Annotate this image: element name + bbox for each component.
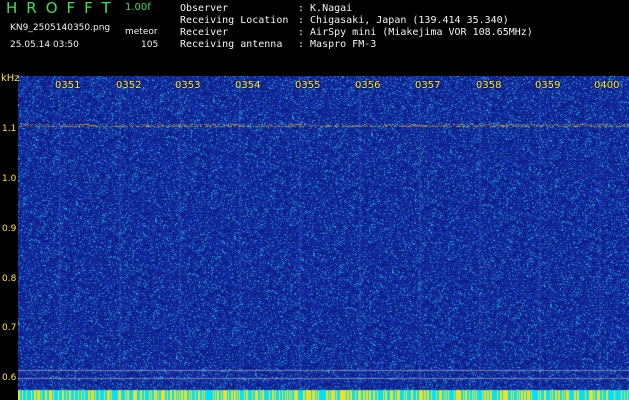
- y-tick-label: 1.1: [2, 124, 17, 134]
- mode-label: meteor: [125, 27, 158, 37]
- x-tick-label: 0351: [55, 80, 81, 91]
- x-tick-label: 0352: [116, 80, 142, 91]
- y-tick-label: 0.9: [2, 224, 17, 234]
- header-panel: HROFFT 1.00f KN9_2505140350.png 25.05.14…: [0, 0, 629, 76]
- x-tick-label: 0400: [594, 80, 620, 91]
- filename-label: KN9_2505140350.png: [10, 23, 111, 33]
- y-axis-unit: kHz: [1, 73, 20, 84]
- antenna-key: Receiving antenna: [180, 39, 283, 50]
- x-tick-label: 0356: [355, 80, 381, 91]
- antenna-value: : Maspro FM-3: [298, 39, 377, 50]
- x-tick-label: 0355: [295, 80, 321, 91]
- x-tick-label: 0358: [476, 80, 502, 91]
- receiver-value: : AirSpy mini (Miakejima VOR 108.65MHz): [298, 27, 533, 38]
- spectrogram: [18, 76, 629, 400]
- observer-value: : K.Nagai: [298, 3, 353, 14]
- y-tick-label: 1.0: [2, 174, 17, 184]
- x-tick-label: 0359: [535, 80, 561, 91]
- location-key: Receiving Location: [180, 15, 289, 26]
- y-tick-label: 0.7: [2, 323, 17, 333]
- count-label: 105: [141, 40, 159, 50]
- y-tick-label: 0.6: [2, 373, 17, 383]
- x-tick-label: 0353: [175, 80, 201, 91]
- datetime-label: 25.05.14 03:50: [10, 40, 79, 50]
- observer-key: Observer: [180, 3, 229, 14]
- location-value: : Chigasaki, Japan (139.414 35.340): [298, 15, 509, 26]
- app-title: HROFFT: [6, 0, 120, 17]
- receiver-key: Receiver: [180, 27, 229, 38]
- version-label: 1.00f: [125, 2, 151, 13]
- x-tick-label: 0354: [235, 80, 261, 91]
- y-tick-label: 0.8: [2, 274, 17, 284]
- x-tick-label: 0357: [415, 80, 441, 91]
